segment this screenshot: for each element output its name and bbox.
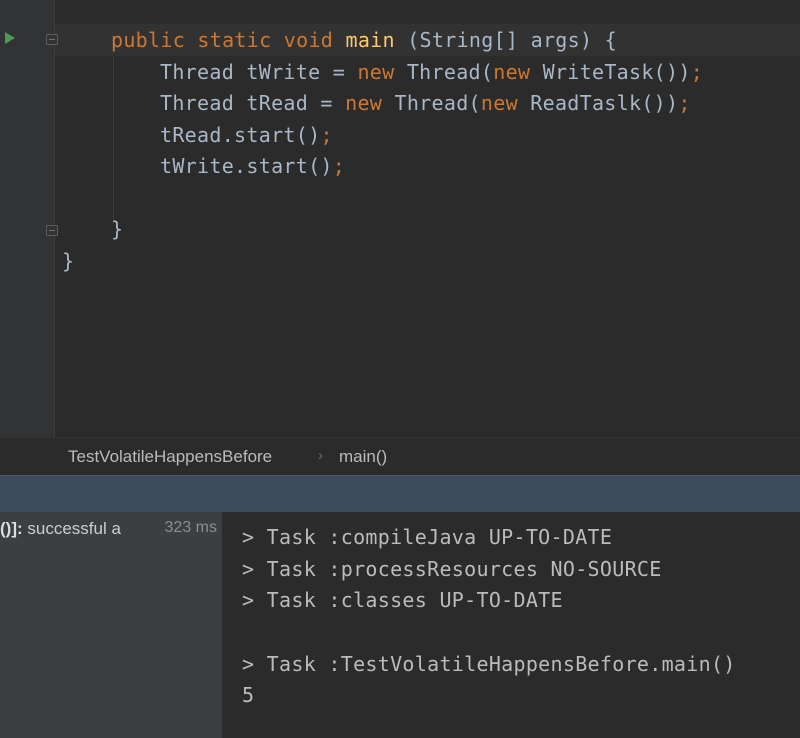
indent-guide <box>113 56 114 224</box>
run-tree-item-status: successful a <box>27 519 121 538</box>
code-line-7: } <box>62 245 74 277</box>
code-token: tRead.start() <box>160 123 321 147</box>
fold-collapse-icon[interactable] <box>46 34 58 45</box>
code-token: ; <box>320 123 333 147</box>
code-token: Thread tWrite = <box>160 60 358 84</box>
run-tool-window-header[interactable] <box>0 475 800 512</box>
code-line-1: public static void main (String[] args) … <box>111 24 617 56</box>
code-token: } <box>62 249 75 273</box>
code-token: tWrite.start() <box>160 154 333 178</box>
code-token: } <box>111 217 124 241</box>
console-output[interactable]: > Task :compileJava UP-TO-DATE > Task :p… <box>223 512 800 738</box>
code-token: main <box>345 28 395 52</box>
console-line: > Task :processResources NO-SOURCE <box>242 557 662 581</box>
breadcrumb-separator-icon: › <box>318 447 323 464</box>
code-token: (String[] args) { <box>394 28 617 52</box>
console-line: > Task :compileJava UP-TO-DATE <box>242 525 613 549</box>
breadcrumb-method[interactable]: main() <box>339 447 387 467</box>
code-token: new <box>357 60 407 84</box>
code-token: ; <box>690 60 704 84</box>
breadcrumb-class[interactable]: TestVolatileHappensBefore <box>68 447 272 467</box>
code-token: ; <box>678 91 691 115</box>
code-token: public static void <box>111 28 346 52</box>
console-line: > Task :TestVolatileHappensBefore.main() <box>242 652 736 676</box>
code-line-2: Thread tWrite = new Thread(new WriteTask… <box>160 56 703 88</box>
code-line-4: tRead.start(); <box>160 119 333 151</box>
code-token: new <box>345 91 395 115</box>
code-token: WriteTask()) <box>542 60 691 84</box>
code-token: ; <box>332 154 346 178</box>
code-token: Thread tRead = <box>160 91 346 115</box>
editor-gutter <box>0 0 55 437</box>
run-tree-panel: ()]: successful a 323 ms <box>0 512 223 738</box>
breadcrumb: TestVolatileHappensBefore › main() <box>0 437 800 475</box>
code-token: new <box>493 60 543 84</box>
run-gutter-icon[interactable] <box>5 32 15 44</box>
code-token: Thread( <box>394 91 481 115</box>
run-tree-item[interactable]: ()]: successful a 323 ms <box>0 519 222 545</box>
code-token: new <box>480 91 531 115</box>
code-editor[interactable]: public static void main (String[] args) … <box>0 0 800 437</box>
run-tree-item-prefix: ()]: <box>0 519 28 538</box>
code-token: ReadTaslk()) <box>530 91 679 115</box>
code-line-3: Thread tRead = new Thread(new ReadTaslk(… <box>160 87 691 119</box>
console-line: 5 <box>242 683 255 707</box>
run-tree-item-time: 323 ms <box>160 519 217 537</box>
code-line-6: } <box>111 213 123 245</box>
code-line-5: tWrite.start(); <box>160 150 345 182</box>
fold-end-icon[interactable] <box>46 225 58 236</box>
console-line: > Task :classes UP-TO-DATE <box>242 588 563 612</box>
code-token: Thread( <box>406 60 494 84</box>
